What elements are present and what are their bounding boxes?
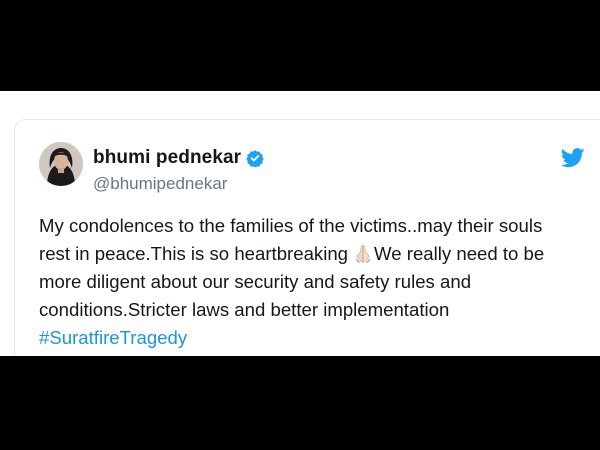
tweet-line-4: conditions.Stricter laws and better impl… — [39, 299, 450, 320]
twitter-bird-icon[interactable] — [560, 148, 585, 168]
avatar-image — [39, 142, 83, 186]
screenshot-frame: bhumi pednekar @bhumipednekar My condole… — [0, 91, 600, 356]
tweet-line-2-start: rest in peace.This is so heartbreaking — [39, 243, 349, 264]
avatar[interactable] — [39, 142, 83, 186]
tweet-line-1: My condolences to the families of the vi… — [39, 215, 543, 236]
letterbox-top — [0, 0, 600, 91]
verified-badge-icon — [246, 149, 265, 168]
tweet-body: My condolences to the families of the vi… — [39, 212, 579, 352]
author-name-row: bhumi pednekar — [93, 147, 265, 169]
tweet-line-2: rest in peace.This is so heartbreaking W… — [39, 240, 579, 268]
hashtag-link[interactable]: #SuratfireTragedy — [39, 324, 579, 352]
author-display-name[interactable]: bhumi pednekar — [93, 147, 241, 169]
tweet-line-2-end: We really need to be — [374, 243, 545, 264]
tweet-card[interactable]: bhumi pednekar @bhumipednekar My condole… — [14, 119, 600, 356]
folded-hands-icon — [354, 243, 372, 263]
tweet-line-3: more diligent about our security and saf… — [39, 271, 472, 292]
author-handle[interactable]: @bhumipednekar — [93, 174, 227, 194]
letterbox-bottom — [0, 356, 600, 450]
